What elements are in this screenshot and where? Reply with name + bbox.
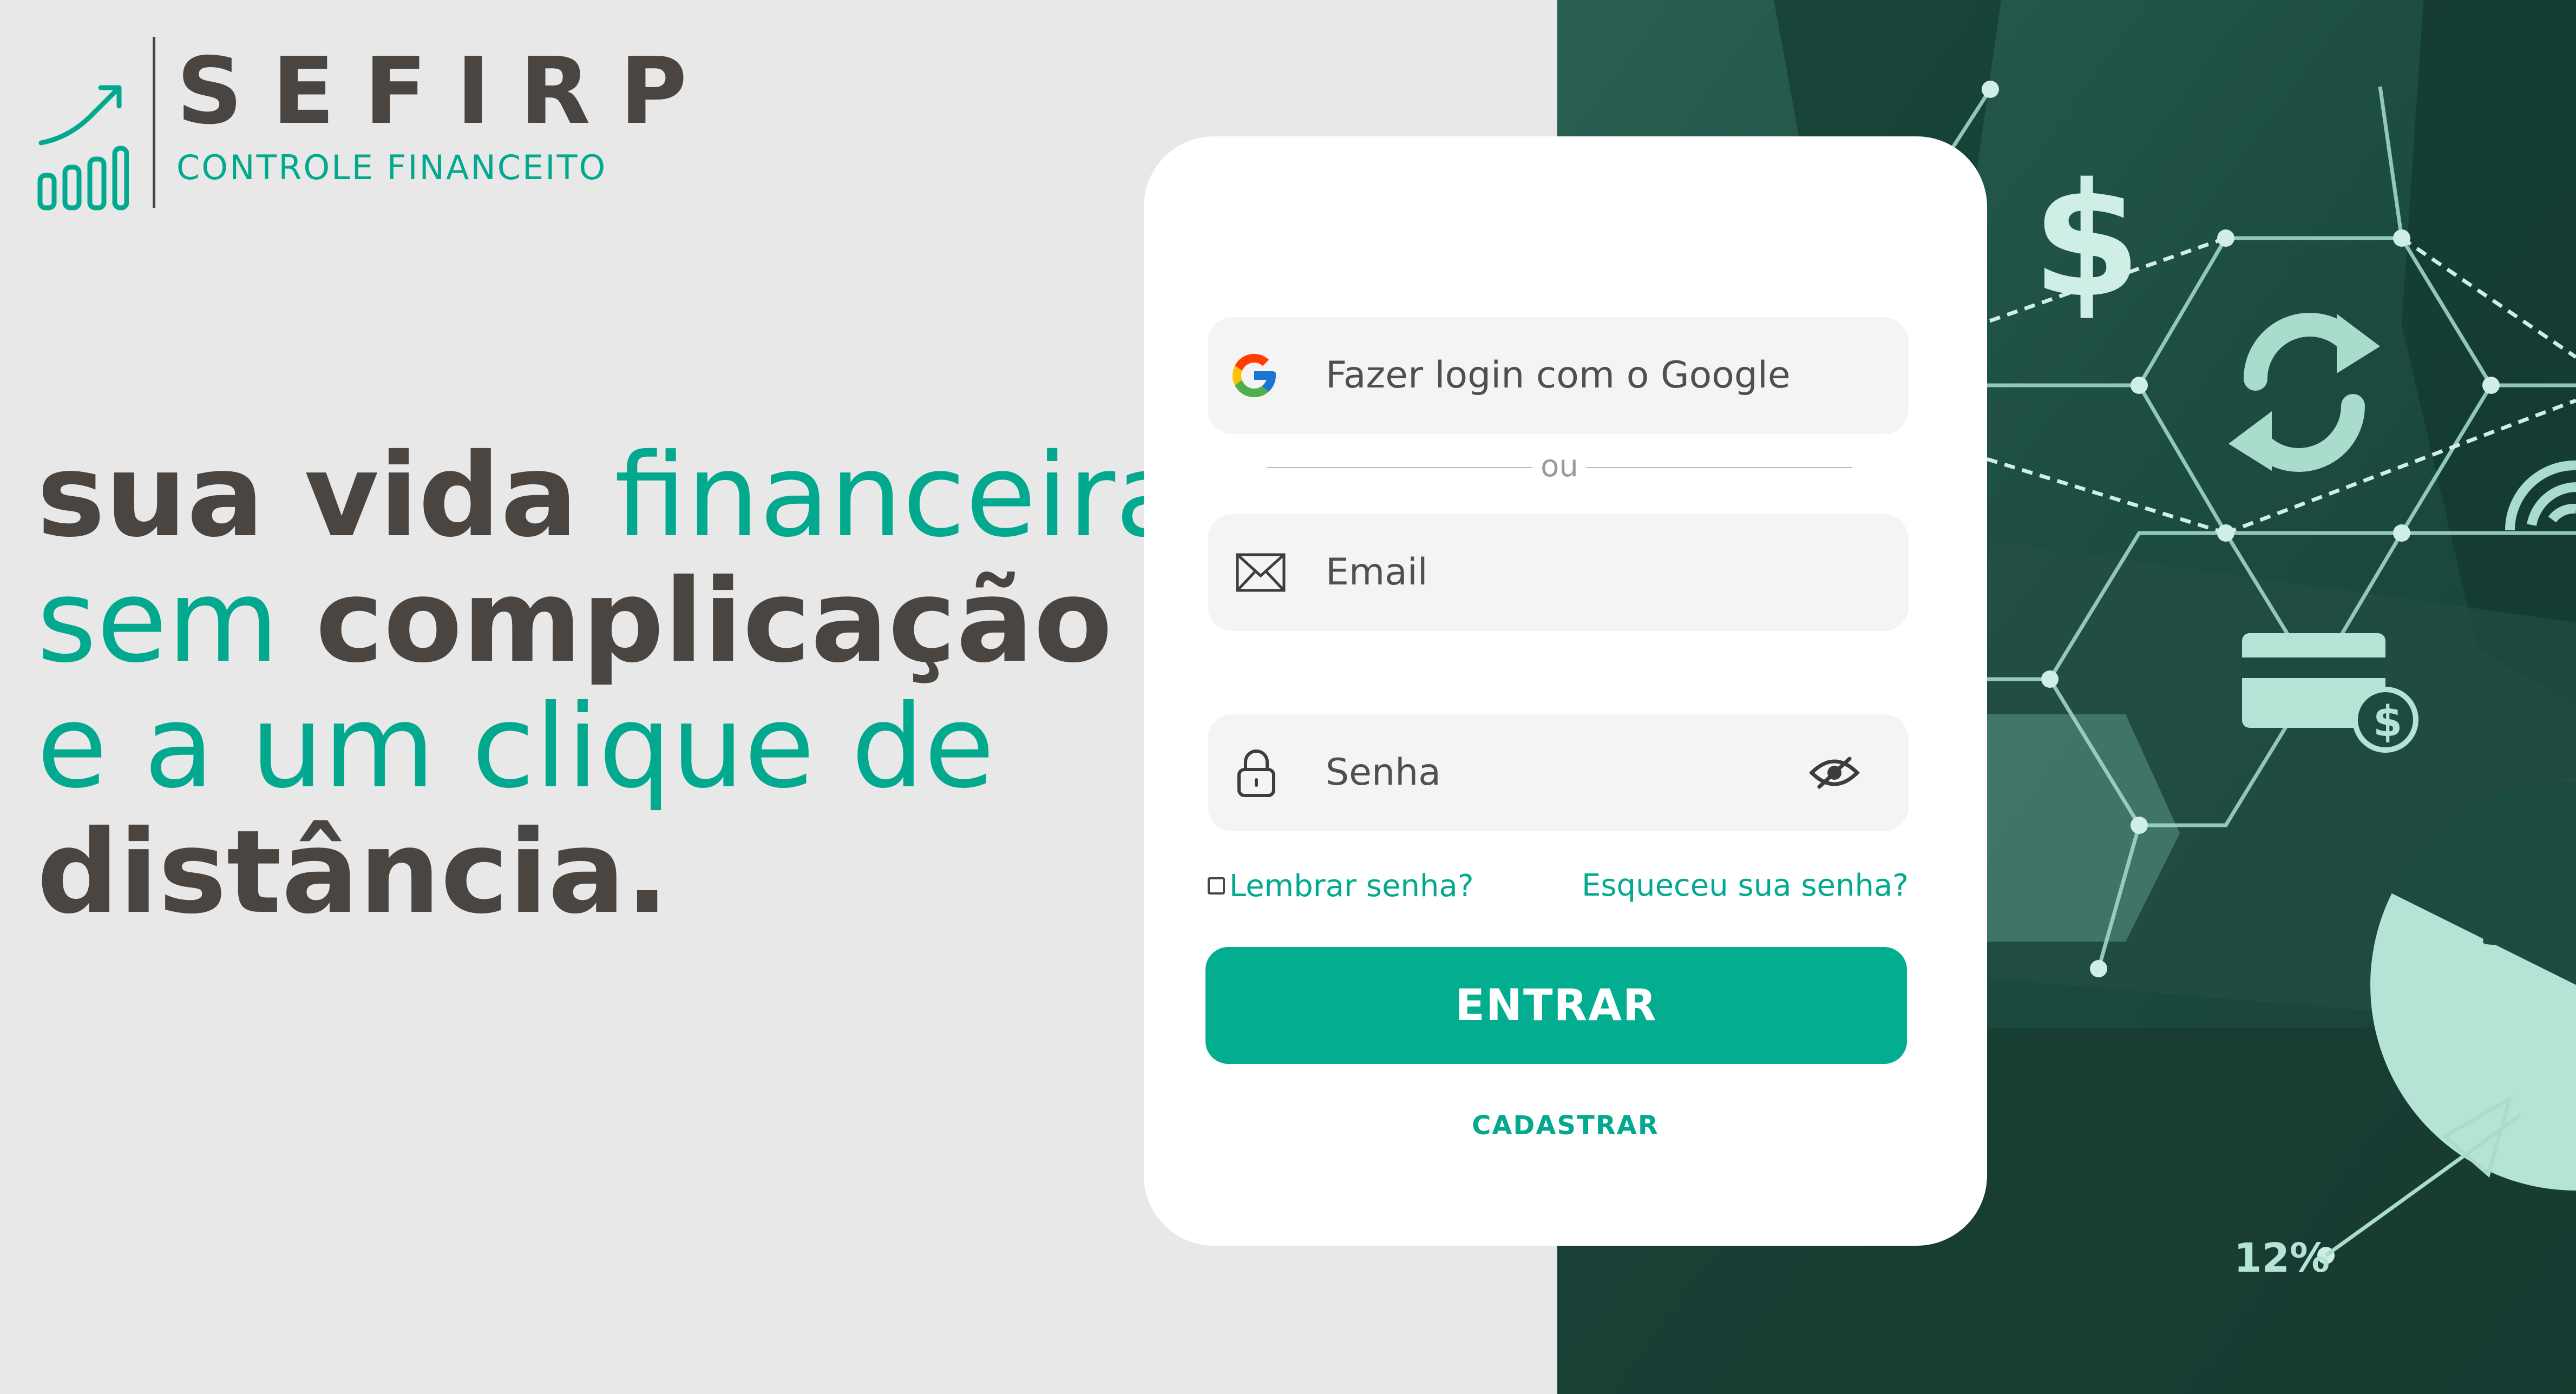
headline-line3-light: e a um clique de — [37, 680, 995, 813]
headline-line-3: e a um clique de — [37, 684, 1141, 810]
password-placeholder: Senha — [1326, 751, 1441, 794]
logo-divider — [153, 37, 155, 208]
headline-line2-bold: complicação — [315, 554, 1113, 688]
envelope-icon — [1236, 553, 1286, 592]
headline-line1-light: financeira, — [614, 429, 1222, 562]
google-icon — [1233, 354, 1276, 397]
headline-line2-light: sem — [37, 554, 279, 688]
or-divider: ou — [1267, 448, 1852, 485]
stat-12-percent: 12% — [2234, 1235, 2330, 1281]
google-login-button[interactable]: Fazer login com o Google — [1208, 317, 1909, 434]
headline-line-1: sua vida financeira, — [37, 433, 1222, 558]
brand-name: SEFIRP — [176, 38, 717, 145]
brand-tagline: CONTROLE FINANCEITO — [176, 148, 607, 187]
google-login-label: Fazer login com o Google — [1326, 354, 1791, 397]
register-link[interactable]: CADASTRAR — [1144, 1110, 1987, 1141]
forgot-password-link[interactable]: Esqueceu sua senha? — [1582, 864, 1909, 908]
headline-line-2: sem complicação — [37, 558, 1141, 684]
svg-text:$: $ — [2373, 698, 2402, 746]
hero-headline: sua vida financeira, sem complicação e a… — [37, 433, 1222, 935]
email-field[interactable]: Email — [1208, 514, 1909, 631]
login-card: Fazer login com o Google ou Email Senha — [1144, 136, 1987, 1246]
dollar-icon: $ — [2032, 150, 2141, 332]
headline-line-4: distância. — [37, 810, 1141, 935]
eye-off-icon[interactable] — [1808, 753, 1860, 792]
remember-checkbox[interactable] — [1208, 877, 1225, 895]
or-divider-text: ou — [1541, 449, 1578, 484]
brand-logo: SEFIRP CONTROLE FINANCEITO — [37, 37, 687, 211]
remember-password[interactable]: Lembrar senha? — [1208, 864, 1474, 908]
login-submit-button[interactable]: ENTRAR — [1205, 947, 1907, 1064]
lock-icon — [1237, 749, 1275, 797]
growth-chart-icon — [37, 85, 129, 211]
email-placeholder: Email — [1326, 551, 1428, 594]
login-options: Lembrar senha? Esqueceu sua senha? — [1208, 864, 1909, 908]
headline-line1-bold: sua vida — [37, 429, 578, 562]
password-field[interactable]: Senha — [1208, 714, 1909, 831]
remember-label[interactable]: Lembrar senha? — [1229, 869, 1474, 904]
headline-line4-bold: distância. — [37, 805, 669, 939]
stat-34-percent: 34% — [2480, 904, 2576, 955]
